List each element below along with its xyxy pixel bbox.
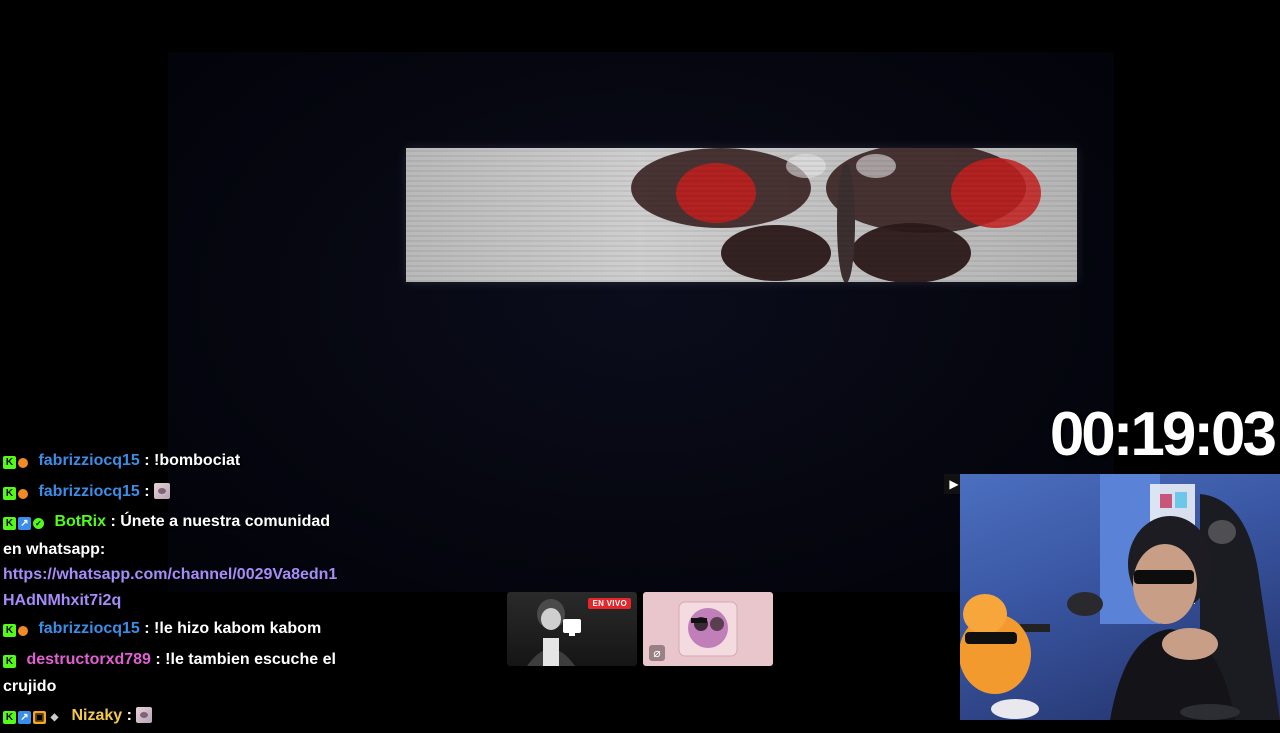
chat-message: K fabrizziocq15 :: [3, 479, 348, 507]
chat-text: :: [126, 706, 137, 724]
chat-username[interactable]: fabrizziocq15: [38, 620, 139, 637]
badge-group: K ↗ ✓: [3, 511, 46, 537]
stream-thumbnail[interactable]: EN VIVO: [507, 592, 637, 666]
kick-badge-icon: K: [3, 517, 16, 531]
chat-link[interactable]: https://whatsapp.com/channel/0029Va8edn1…: [3, 566, 337, 609]
badge-group: K: [3, 481, 30, 507]
chat-username[interactable]: BotRix: [54, 513, 106, 530]
chat-overlay: K fabrizziocq15 : !bombociat K fabrizzio…: [3, 448, 348, 733]
kick-badge-icon: K: [3, 624, 16, 638]
streamer-webcam-icon: [960, 474, 1280, 720]
orange-dot-badge-icon: [18, 488, 28, 499]
chat-message: K destructorxd789 : !le tambien escuche …: [3, 647, 348, 700]
gift-badge-icon: ▣: [33, 710, 46, 724]
muted-mic-icon[interactable]: ⌀: [649, 645, 665, 661]
chat-username[interactable]: destructorxd789: [26, 651, 151, 668]
badge-group: K: [3, 618, 30, 644]
chat-text: : !bombociat: [144, 452, 241, 469]
butterfly-banner: [406, 148, 1077, 282]
kick-badge-icon: K: [3, 486, 16, 500]
badge-group: K: [3, 450, 30, 476]
stream-timer: 00:19:03: [1049, 400, 1277, 469]
chat-username[interactable]: Nizaky: [71, 707, 122, 724]
badge-group: K: [3, 649, 18, 675]
chat-text: : !le hizo kabom kabom: [144, 620, 322, 637]
chat-text: : Únete a nuestra comunidad en whatsapp:: [3, 513, 331, 558]
chat-username[interactable]: fabrizziocq15: [38, 483, 139, 500]
blue-arrow-badge-icon: ↗: [18, 710, 31, 724]
fox-badge-icon: ◆: [50, 711, 59, 723]
butterfly-icon: [631, 148, 1041, 282]
blue-arrow-badge-icon: ↗: [18, 517, 31, 531]
webcam-feed: [960, 474, 1280, 720]
live-badge: EN VIVO: [588, 598, 631, 609]
badge-group: K ↗ ▣ ◆: [3, 705, 63, 731]
chat-username[interactable]: fabrizziocq15: [38, 452, 139, 469]
cat-emote-icon: [154, 482, 171, 499]
kick-badge-icon: K: [3, 654, 16, 668]
chat-text: :: [144, 482, 155, 500]
chat-message: K fabrizziocq15 : !le hizo kabom kabom: [3, 616, 348, 644]
cat-emote-icon: [136, 706, 153, 723]
kick-badge-icon: K: [3, 710, 16, 724]
orange-dot-badge-icon: [18, 626, 28, 637]
verified-badge-icon: ✓: [33, 518, 44, 530]
orange-dot-badge-icon: [18, 458, 28, 469]
chat-message: K ↗ ✓ BotRix : Únete a nuestra comunidad e…: [3, 509, 348, 613]
screen-share-icon: [563, 619, 581, 636]
chat-message: K ↗ ▣ ◆ Nizaky :: [3, 703, 348, 731]
stream-thumbnail[interactable]: ⌀: [643, 592, 773, 666]
chat-message: K fabrizziocq15 : !bombociat: [3, 448, 348, 476]
kick-badge-icon: K: [3, 456, 16, 470]
